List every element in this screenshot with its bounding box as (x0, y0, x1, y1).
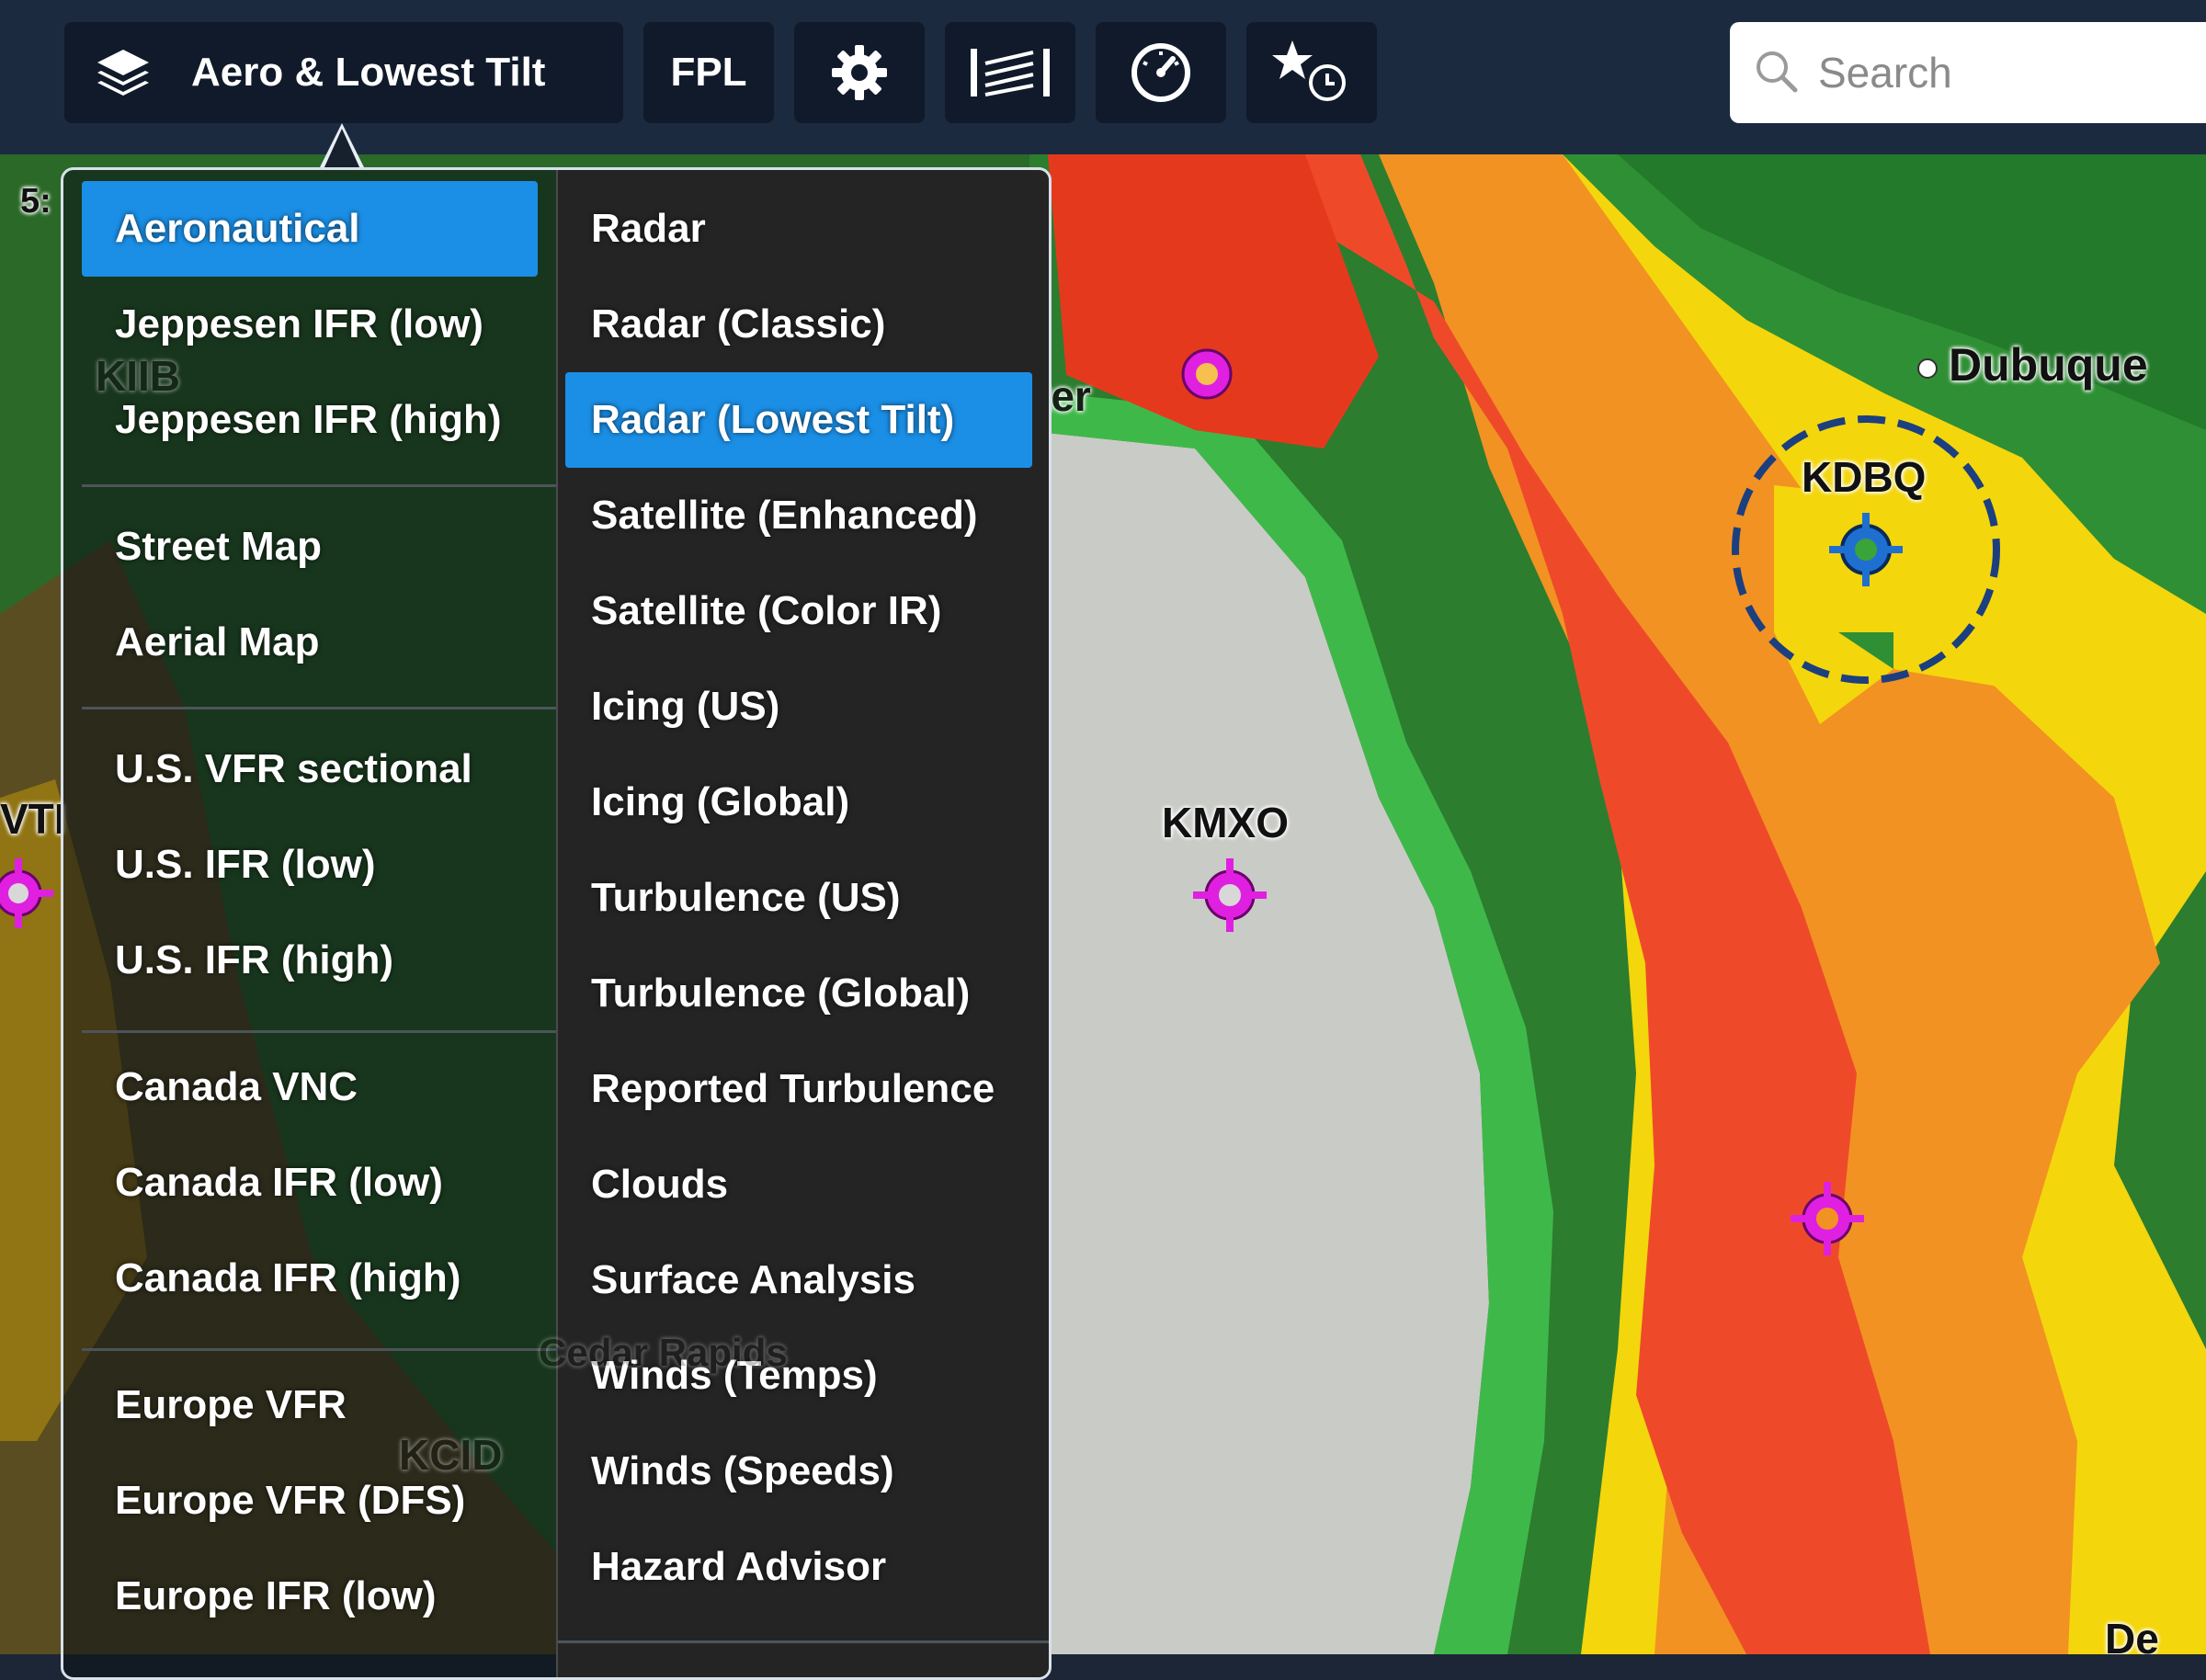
base-layer-us-ifr-low[interactable]: U.S. IFR (low) (82, 817, 538, 913)
settings-button[interactable] (794, 22, 925, 123)
overlay-turbulence-global[interactable]: Turbulence (Global) (565, 946, 1032, 1041)
search-box[interactable] (1730, 22, 2206, 123)
airport-label-kiib: KIIB (96, 352, 180, 400)
overlay-hazard-advisor[interactable]: Hazard Advisor (565, 1519, 1032, 1615)
overlay-radar[interactable]: Radar (565, 181, 1032, 277)
city-label-cedar-rapids: Cedar Rapids (539, 1331, 788, 1374)
profile-view-icon (969, 45, 1052, 100)
search-input[interactable] (1816, 47, 2169, 98)
overlay-icing-global[interactable]: Icing (Global) (565, 755, 1032, 850)
base-layer-europe-ifr-low[interactable]: Europe IFR (low) (82, 1549, 538, 1644)
base-layer-us-vfr-sectional[interactable]: U.S. VFR sectional (82, 721, 538, 817)
overlay-surface-analysis[interactable]: Surface Analysis (565, 1232, 1032, 1328)
base-layer-aeronautical[interactable]: Aeronautical (82, 181, 538, 277)
base-layer-aerial-map[interactable]: Aerial Map (82, 595, 538, 690)
layers-button-label: Aero & Lowest Tilt (191, 50, 546, 95)
airport-nontowered-icon[interactable] (0, 857, 55, 930)
airport-private-icon[interactable] (1177, 344, 1237, 404)
city-label-dubuque: Dubuque (1949, 339, 2148, 391)
layers-icon (96, 48, 151, 97)
overlay-satellite-color-ir[interactable]: Satellite (Color IR) (565, 563, 1032, 659)
overlay-radar-lowest-tilt[interactable]: Radar (Lowest Tilt) (565, 372, 1032, 468)
overlay-reported-turbulence[interactable]: Reported Turbulence (565, 1041, 1032, 1137)
layers-button[interactable]: Aero & Lowest Tilt (64, 22, 623, 123)
airport-label-kcid: KCID (399, 1431, 503, 1479)
airport-towered-icon[interactable] (1824, 507, 1908, 592)
airport-nontowered-icon[interactable] (1787, 1178, 1868, 1259)
base-layer-canada-ifr-low[interactable]: Canada IFR (low) (82, 1135, 538, 1231)
overlay-satellite-enhanced[interactable]: Satellite (Enhanced) (565, 468, 1032, 563)
instruments-button[interactable] (1096, 22, 1226, 123)
popover-arrow-inner (324, 129, 360, 169)
overlay-icing-us[interactable]: Icing (US) (565, 659, 1032, 755)
base-layer-canada-vnc[interactable]: Canada VNC (82, 1039, 538, 1135)
fpl-button-label: FPL (670, 50, 747, 95)
overlay-radar-classic[interactable]: Radar (Classic) (565, 277, 1032, 372)
divider (82, 707, 556, 709)
airport-label-kmxo[interactable]: KMXO (1162, 798, 1289, 847)
airport-nontowered-icon[interactable] (1189, 855, 1270, 936)
favorites-recents-button[interactable] (1246, 22, 1377, 123)
base-layer-us-ifr-high[interactable]: U.S. IFR (high) (82, 913, 538, 1008)
star-clock-icon (1270, 39, 1353, 107)
overlay-winds-speeds[interactable]: Winds (Speeds) (565, 1424, 1032, 1519)
gauge-icon (1131, 42, 1191, 103)
airport-label-partial: VTI (0, 795, 66, 843)
overlay-turbulence-us[interactable]: Turbulence (US) (565, 850, 1032, 946)
divider (82, 1030, 556, 1033)
fpl-button[interactable]: FPL (643, 22, 774, 123)
city-label-partial: De (2105, 1615, 2159, 1654)
map-layers-menu: Aeronautical Jeppesen IFR (low) Jeppesen… (61, 167, 1052, 1680)
gear-icon (830, 43, 889, 102)
divider (82, 1348, 556, 1351)
overlay-layer-list: Radar Radar (Classic) Radar (Lowest Tilt… (558, 170, 1049, 1677)
profile-view-button[interactable] (945, 22, 1075, 123)
search-icon (1754, 49, 1798, 97)
base-layer-street-map[interactable]: Street Map (82, 499, 538, 595)
base-layer-canada-ifr-high[interactable]: Canada IFR (high) (82, 1231, 538, 1326)
city-dot (1917, 358, 1938, 379)
map-scale-label: 5: (20, 182, 51, 221)
divider (558, 1640, 1049, 1643)
overlay-clouds[interactable]: Clouds (565, 1137, 1032, 1232)
divider (82, 484, 556, 487)
